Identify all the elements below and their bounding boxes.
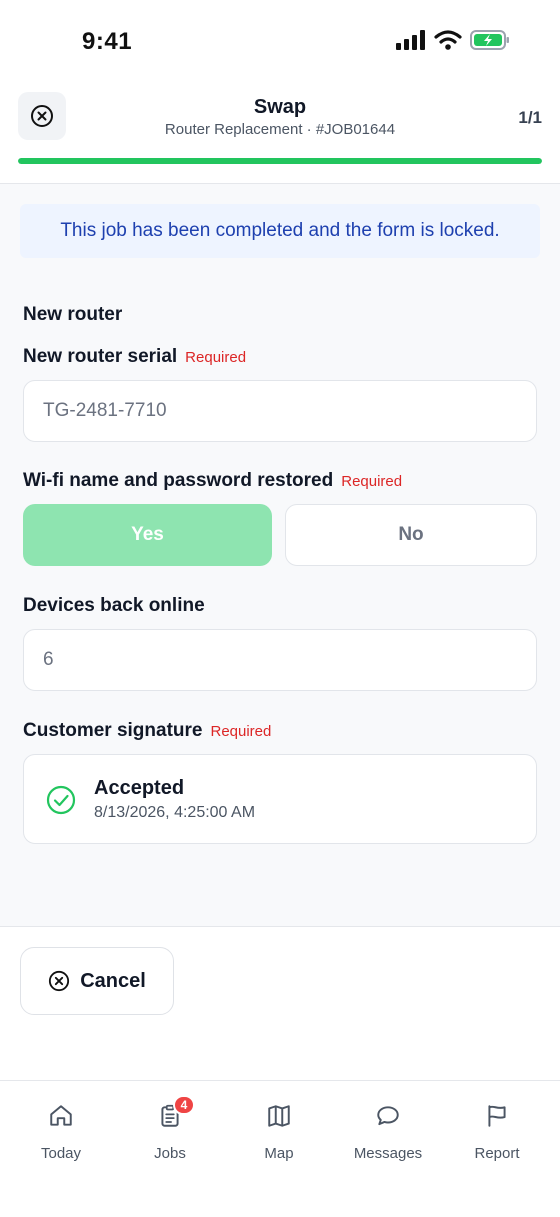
wifi-restored-label: Wi-fi name and password restored Required [23, 470, 402, 492]
router-serial-label: New router serial Required [23, 346, 246, 368]
nav-item-jobs[interactable]: 4 Jobs [120, 1095, 220, 1162]
signature-label-text: Customer signature [23, 720, 203, 741]
status-icons [396, 30, 510, 50]
section-title: New router [23, 304, 123, 325]
nav-label: Map [264, 1145, 294, 1162]
flag-icon [488, 1105, 506, 1127]
required-tag: Required [210, 723, 272, 740]
cancel-label: Cancel [80, 969, 146, 992]
header: Swap Router Replacement · #JOB01644 1/1 [0, 84, 560, 184]
message-icon [377, 1106, 399, 1126]
nav-label: Jobs [154, 1145, 186, 1162]
signature-label: Customer signature Required [23, 720, 271, 742]
cancel-circle-icon [49, 970, 70, 992]
check-circle-icon [46, 785, 76, 815]
nav-item-messages[interactable]: Messages [338, 1101, 438, 1162]
form-area: This job has been completed and the form… [0, 184, 560, 926]
page-subtitle: Router Replacement · #JOB01644 [164, 121, 396, 138]
nav-item-report[interactable]: Report [447, 1101, 547, 1162]
signal-icon [396, 30, 425, 50]
router-serial-label-text: New router serial [23, 346, 178, 367]
status-bar: 9:41 [0, 0, 560, 84]
nav-label: Messages [353, 1145, 423, 1162]
locked-banner: This job has been completed and the form… [20, 204, 540, 258]
signature-box[interactable]: Accepted 8/13/2026, 4:25:00 AM [23, 754, 537, 844]
map-icon [268, 1105, 290, 1127]
status-time: 9:41 [82, 28, 133, 55]
nav-label: Report [474, 1145, 520, 1162]
devices-online-label: Devices back online [23, 595, 205, 616]
step-counter: 1/1 [518, 108, 542, 127]
bottom-nav: Today 4 Jobs Map Messages Report [0, 1080, 560, 1217]
nav-label: Today [40, 1145, 82, 1162]
wifi-icon [434, 30, 462, 50]
devices-online-input[interactable]: 6 [23, 629, 537, 691]
signature-status: Accepted [94, 777, 185, 799]
nav-item-map[interactable]: Map [229, 1101, 329, 1162]
required-tag: Required [185, 349, 247, 366]
wifi-yes-button[interactable]: Yes [23, 504, 272, 566]
jobs-badge: 4 [173, 1095, 195, 1115]
wifi-no-button[interactable]: No [285, 504, 537, 566]
cancel-button[interactable]: Cancel [20, 947, 174, 1015]
required-tag: Required [341, 473, 403, 490]
signature-timestamp: 8/13/2026, 4:25:00 AM [94, 804, 256, 821]
progress-fill [18, 158, 542, 164]
footer-area: Cancel [0, 926, 560, 1080]
home-icon [50, 1105, 72, 1126]
router-serial-input[interactable]: TG-2481-7710 [23, 380, 537, 442]
nav-item-today[interactable]: Today [11, 1101, 111, 1162]
battery-icon [470, 30, 509, 50]
wifi-restored-label-text: Wi-fi name and password restored [23, 470, 334, 491]
page-title: Swap [253, 96, 307, 118]
progress-bar [18, 158, 542, 164]
